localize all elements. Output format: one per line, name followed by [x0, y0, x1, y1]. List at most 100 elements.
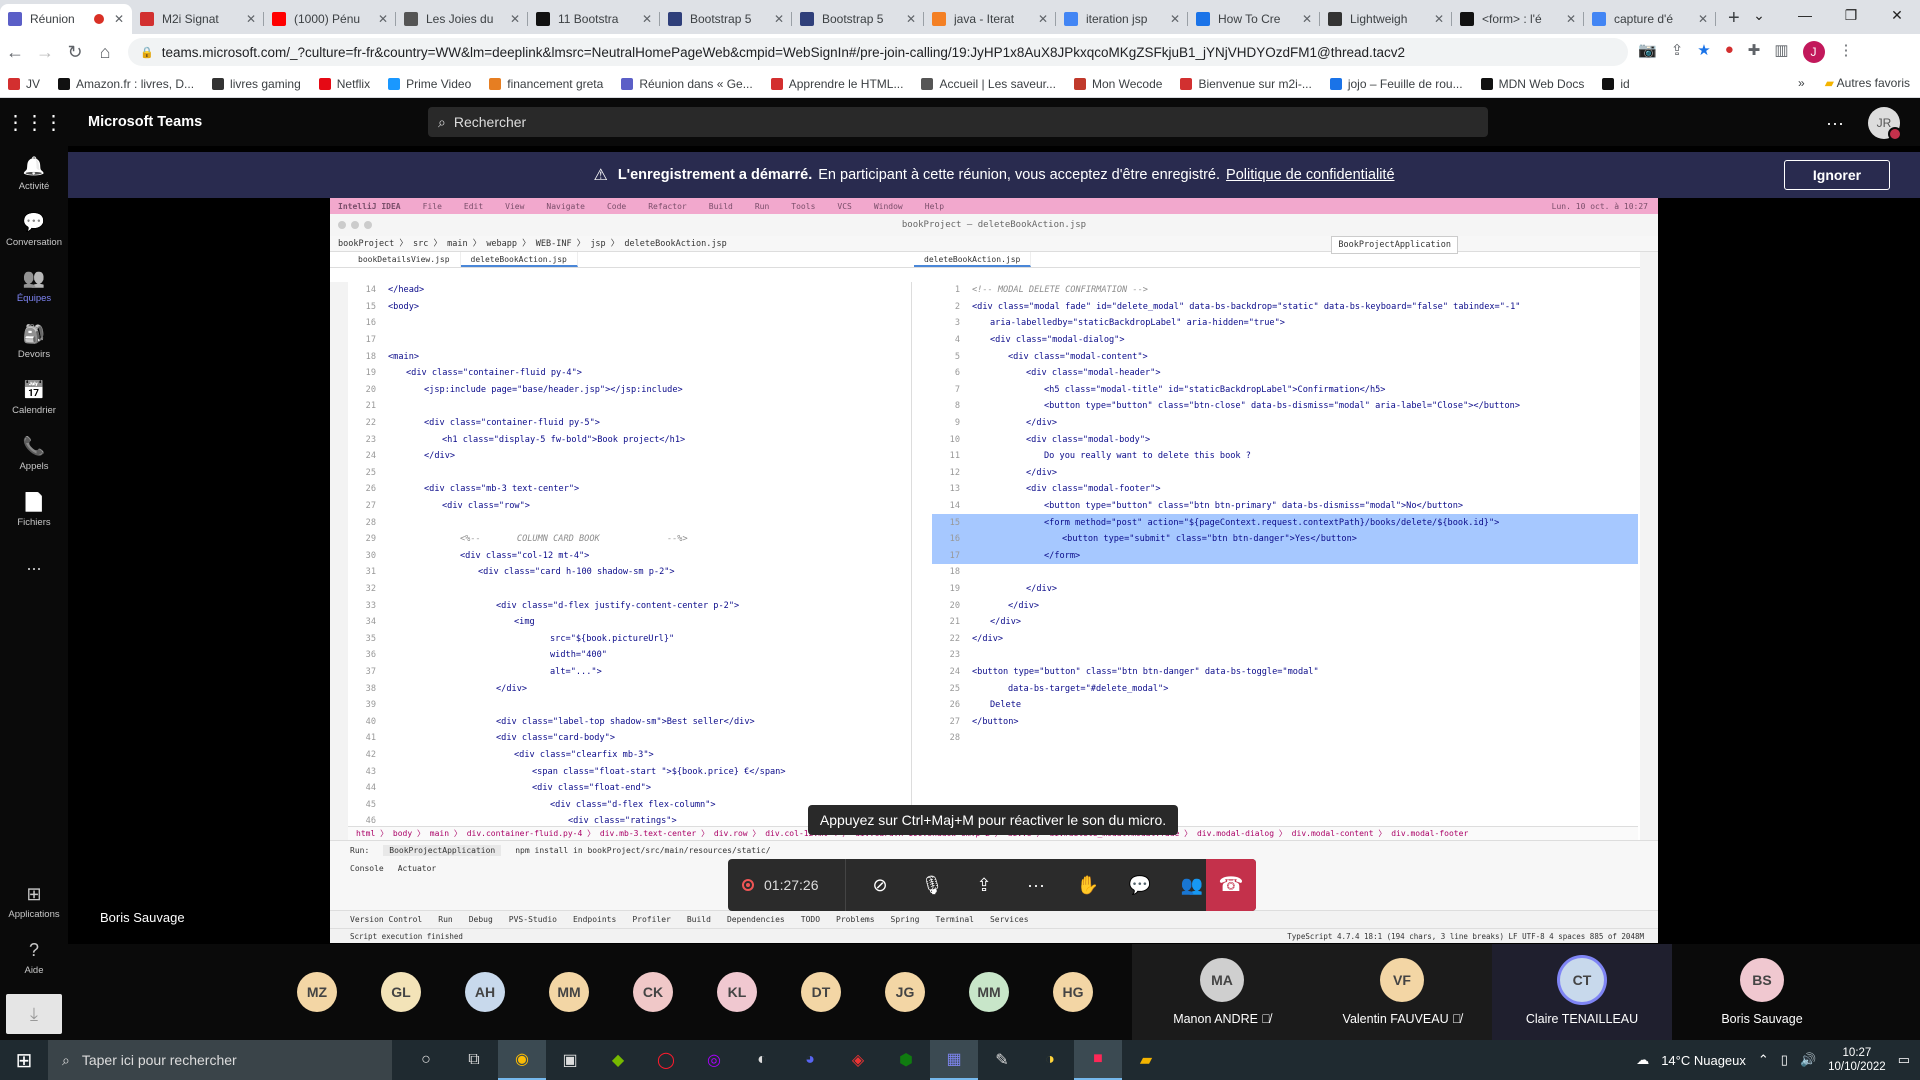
user-avatar[interactable]: JR	[1868, 107, 1902, 141]
teams-taskbar-icon[interactable]: ▦	[930, 1040, 978, 1080]
run-tab-0[interactable]: BookProjectApplication	[383, 845, 502, 856]
reload-icon[interactable]: ↻	[60, 42, 90, 63]
participant-tile[interactable]: MA Manon ANDRE 🎙̸	[1132, 944, 1312, 1040]
app-launcher-icon[interactable]: ⋮⋮⋮	[0, 110, 68, 135]
tool-window-button[interactable]: Run	[438, 915, 452, 924]
actuator-tab[interactable]: Actuator	[398, 864, 437, 873]
other-favorites[interactable]: ▰ Autres favoris	[1825, 76, 1910, 90]
download-icon[interactable]: ⤓	[6, 994, 62, 1034]
mic-off-button[interactable]: 🎙	[906, 875, 958, 896]
ide-menu-item[interactable]: Build	[709, 202, 733, 211]
ide-menu-item[interactable]: Window	[874, 202, 903, 211]
close-window-button[interactable]: ✕	[1874, 0, 1920, 30]
sidebar-item-activité[interactable]: 🔔 Activité	[0, 146, 68, 202]
tool-window-button[interactable]: Spring	[891, 915, 920, 924]
bookmark-item[interactable]: livres gaming	[212, 77, 301, 91]
participant-avatar[interactable]: JG	[885, 972, 925, 1012]
bookmark-item[interactable]: Netflix	[318, 77, 370, 91]
tab-close-icon[interactable]: ✕	[774, 12, 784, 26]
ide-menu-item[interactable]: Refactor	[648, 202, 687, 211]
more-options-icon[interactable]: ···	[1826, 113, 1844, 134]
minimize-button[interactable]: —	[1782, 0, 1828, 30]
participant-avatar[interactable]: KL	[717, 972, 757, 1012]
profile-avatar[interactable]: J	[1802, 41, 1825, 63]
chat-button[interactable]: 💬	[1114, 875, 1166, 896]
sidebar-item-équipes[interactable]: 👥 Équipes	[0, 258, 68, 314]
browser-tab[interactable]: How To Cre ✕	[1188, 4, 1320, 34]
share-icon[interactable]: ⇪	[1671, 41, 1684, 63]
share-screen-button[interactable]: ⇪	[958, 875, 1010, 896]
bookmark-star-icon[interactable]: ★	[1697, 41, 1710, 63]
run-tab-1[interactable]: npm install in bookProject/src/main/reso…	[515, 846, 770, 855]
participant-avatar[interactable]: AH	[465, 972, 505, 1012]
home-icon[interactable]: ⌂	[90, 42, 120, 63]
browser-tab[interactable]: iteration jsp ✕	[1056, 4, 1188, 34]
tool-window-button[interactable]: Debug	[469, 915, 493, 924]
tool-window-button[interactable]: Terminal	[935, 915, 974, 924]
notifications-icon[interactable]: ▭	[1898, 1052, 1910, 1068]
tool-window-button[interactable]: Dependencies	[727, 915, 785, 924]
browser-tab[interactable]: (1000) Pénu ✕	[264, 4, 396, 34]
browser-tab[interactable]: Bootstrap 5 ✕	[660, 4, 792, 34]
more-actions-button[interactable]: ···	[1010, 875, 1062, 896]
browser-tab[interactable]: 11 Bootstra ✕	[528, 4, 660, 34]
sidepanel-icon[interactable]: ▥	[1774, 41, 1788, 63]
bookmark-item[interactable]: MDN Web Docs	[1480, 77, 1584, 91]
raise-hand-button[interactable]: ✋	[1062, 875, 1114, 896]
participant-avatar[interactable]: MZ	[297, 972, 337, 1012]
tab-close-icon[interactable]: ✕	[1566, 12, 1576, 26]
tab-close-icon[interactable]: ✕	[1038, 12, 1048, 26]
bookmark-item[interactable]: Mon Wecode	[1073, 77, 1162, 91]
tool-window-button[interactable]: Problems	[836, 915, 875, 924]
tab-close-icon[interactable]: ✕	[906, 12, 916, 26]
discord-icon[interactable]: ◕	[786, 1040, 834, 1080]
taskbar-search[interactable]: ⌕ Taper ici pour rechercher	[48, 1040, 392, 1080]
sidebar-item-calendrier[interactable]: 📅 Calendrier	[0, 370, 68, 426]
lock-icon[interactable]: 🔒	[140, 46, 154, 59]
camera-blocked-icon[interactable]: 📷	[1638, 41, 1657, 63]
url-field[interactable]: 🔒 teams.microsoft.com/_?culture=fr-fr&co…	[128, 38, 1628, 66]
browser-tab[interactable]: <form> : l'é ✕	[1452, 4, 1584, 34]
explorer-icon[interactable]: ▰	[1122, 1040, 1170, 1080]
participant-avatar[interactable]: CK	[633, 972, 673, 1012]
participant-tile[interactable]: BS Boris Sauvage	[1672, 944, 1852, 1040]
bookmarks-more[interactable]: »	[1798, 76, 1805, 90]
browser-tab[interactable]: Bootstrap 5 ✕	[792, 4, 924, 34]
ide-menu-item[interactable]: VCS	[837, 202, 851, 211]
tool-window-button[interactable]: Version Control	[350, 915, 422, 924]
privacy-link[interactable]: Politique de confidentialité	[1226, 167, 1394, 183]
sidebar-item-help[interactable]: ? Aide	[0, 930, 68, 986]
bookmark-item[interactable]: financement greta	[489, 77, 603, 91]
participant-avatar[interactable]: HG	[1053, 972, 1093, 1012]
bookmark-item[interactable]: jojo – Feuille de rou...	[1329, 77, 1463, 91]
browser-tab[interactable]: M2i Signat ✕	[132, 4, 264, 34]
bookmark-item[interactable]: JV	[8, 77, 40, 91]
participant-avatar[interactable]: MM	[969, 972, 1009, 1012]
tool-window-button[interactable]: TODO	[801, 915, 820, 924]
participant-tile[interactable]: CT Claire TENAILLEAU	[1492, 944, 1672, 1040]
python-icon[interactable]: ◑	[1026, 1040, 1074, 1080]
console-tab[interactable]: Console	[350, 864, 384, 873]
extensions-icon[interactable]: ✚	[1748, 41, 1761, 63]
browser-tab[interactable]: Les Joies du ✕	[396, 4, 528, 34]
sidebar-item-appels[interactable]: 📞 Appels	[0, 426, 68, 482]
browser-tab[interactable]: Lightweigh ✕	[1320, 4, 1452, 34]
sidebar-item-applications[interactable]: ⊞ Applications	[0, 874, 68, 930]
participant-avatar[interactable]: GL	[381, 972, 421, 1012]
tab-close-icon[interactable]: ✕	[114, 12, 124, 26]
tab-close-icon[interactable]: ✕	[510, 12, 520, 26]
sidebar-item-fichiers[interactable]: 📄 Fichiers	[0, 482, 68, 538]
ide-menu-item[interactable]: Run	[755, 202, 769, 211]
ide-menu-item[interactable]: Help	[925, 202, 944, 211]
tab-search-icon[interactable]: ⌄	[1736, 0, 1782, 30]
intellij-icon[interactable]: ■	[1074, 1040, 1122, 1080]
editor-tab[interactable]: bookDetailsView.jsp	[348, 252, 461, 267]
editor-pane-left[interactable]: 14 </head> 15 <body> 16 17 18 <main> 19 <div clas…	[348, 282, 912, 826]
participant-tile[interactable]: VF Valentin FAUVEAU 🎙̸	[1312, 944, 1492, 1040]
tab-close-icon[interactable]: ✕	[378, 12, 388, 26]
search-input[interactable]: ⌕ Rechercher	[428, 107, 1488, 137]
browser-tab[interactable]: java - Iterat ✕	[924, 4, 1056, 34]
ignore-button[interactable]: Ignorer	[1784, 160, 1890, 190]
hang-up-button[interactable]: ☎	[1206, 859, 1256, 911]
ide-menu-item[interactable]: Tools	[791, 202, 815, 211]
